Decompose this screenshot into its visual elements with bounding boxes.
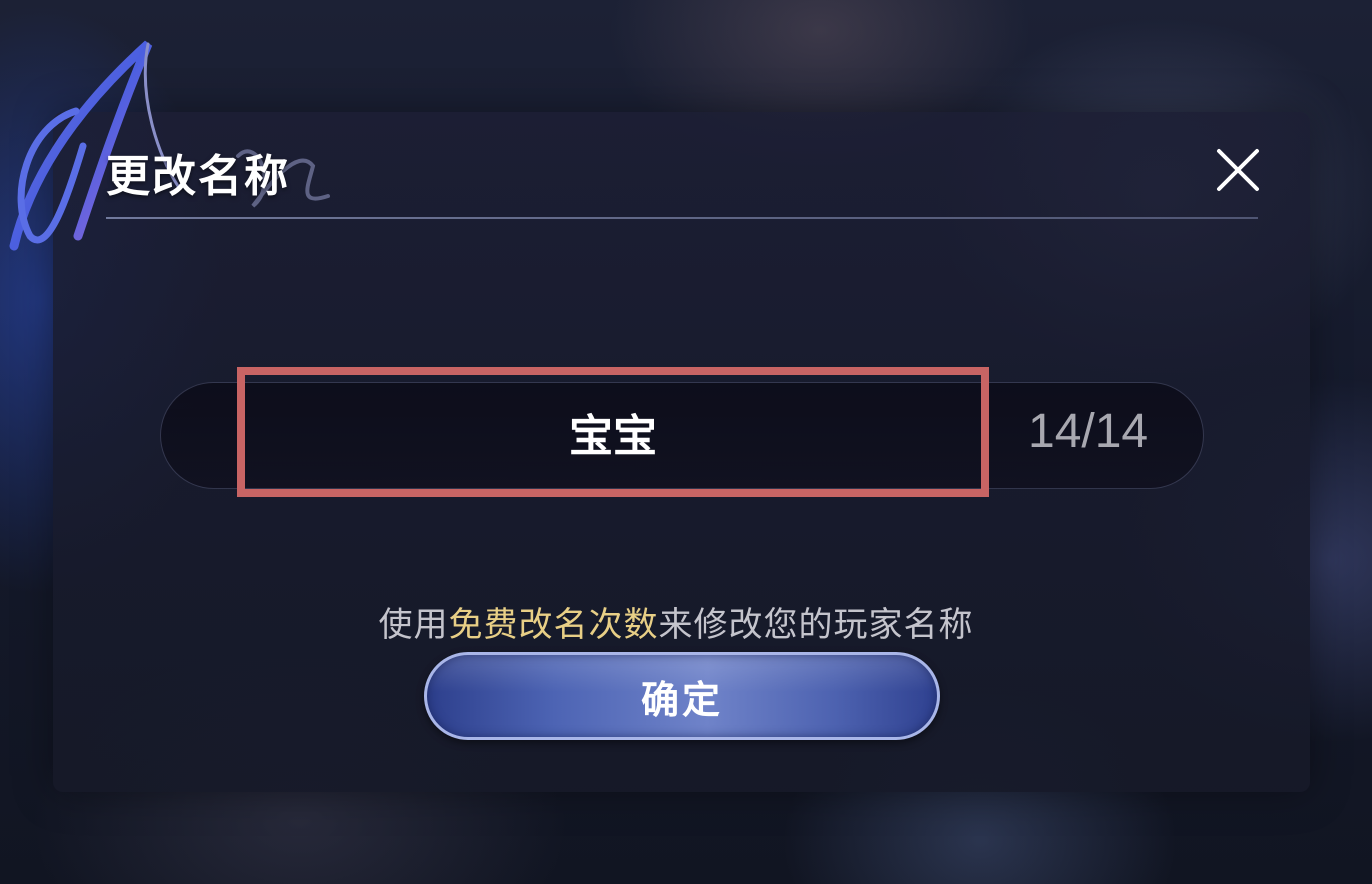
rename-hint: 使用免费改名次数来修改您的玩家名称 (0, 597, 1352, 646)
dialog-title: 更改名称 (106, 151, 290, 202)
char-counter: 14/14 (1028, 405, 1149, 458)
title-divider (106, 217, 1258, 219)
hint-prefix: 使用 (378, 605, 449, 645)
name-input[interactable] (237, 367, 989, 497)
confirm-button[interactable]: 确定 (424, 652, 940, 740)
hint-suffix: 来修改您的玩家名称 (658, 605, 974, 645)
close-icon[interactable] (1208, 140, 1268, 200)
hint-highlight: 免费改名次数 (448, 605, 659, 645)
